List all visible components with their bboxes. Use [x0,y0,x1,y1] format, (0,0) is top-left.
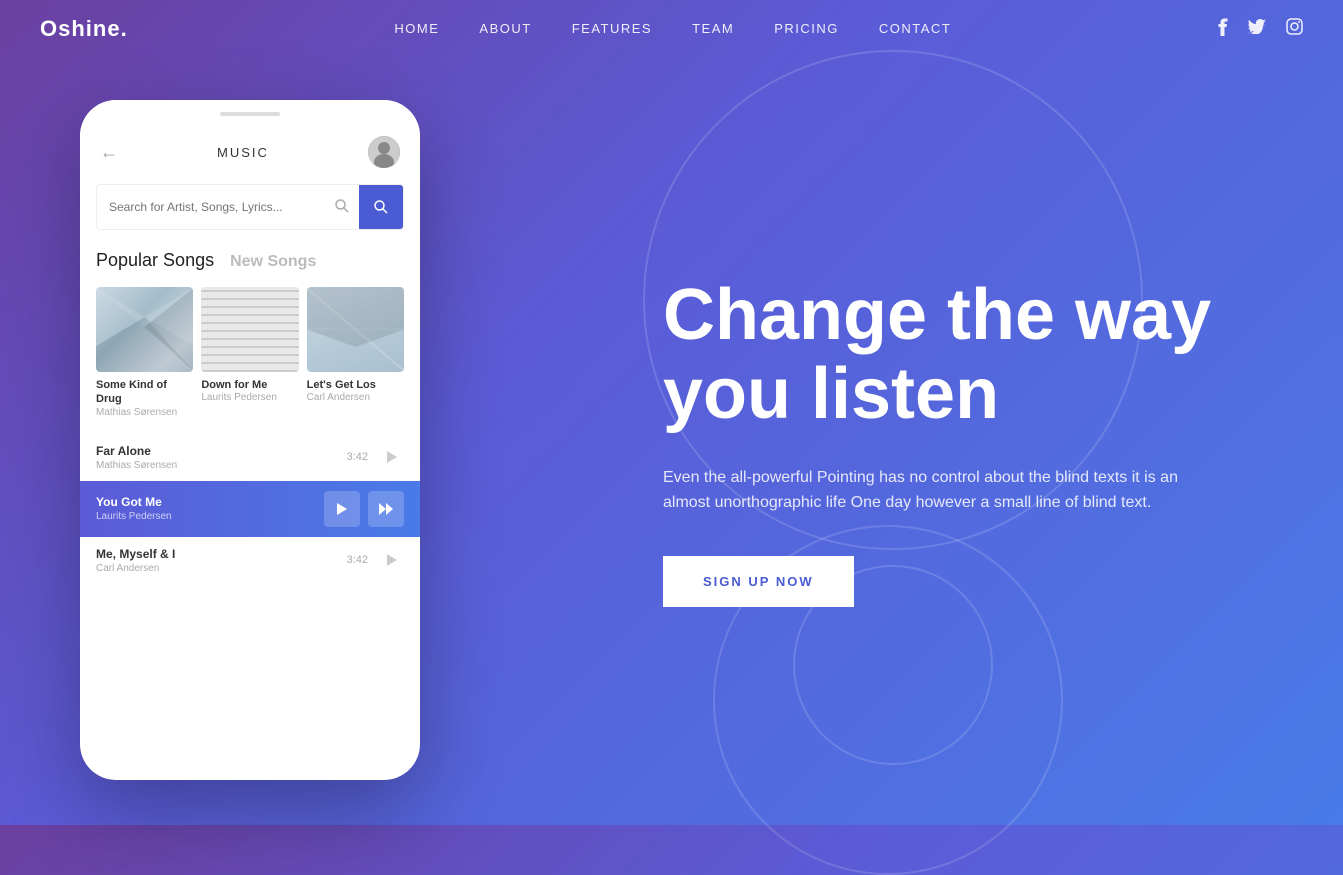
nav-item-pricing[interactable]: PRICING [774,20,839,38]
hero-title-line1: Change the way [663,275,1211,355]
search-bar [96,184,404,230]
nav-link-pricing[interactable]: PRICING [774,21,839,36]
section-tabs: Popular Songs New Songs [80,238,420,279]
song-card-artist-0: Mathias Sørensen [96,407,193,418]
song-card-title-0: Some Kind of Drug [96,378,193,407]
song-card-artist-2: Carl Andersen [307,392,404,403]
playlist-duration-2: 3:42 [347,554,368,566]
hero-title-line2: you listen [663,354,999,434]
playlist-item-1[interactable]: You Got Me Laurits Pedersen [80,481,420,537]
tab-popular-light: Songs [158,250,214,270]
nav-links: HOME ABOUT FEATURES TEAM PRICING CONTACT [394,20,951,38]
tab-new-bold: New [230,253,263,270]
screen-title: MUSIC [217,145,269,160]
twitter-icon[interactable] [1248,19,1266,39]
nav-item-contact[interactable]: CONTACT [879,20,951,38]
playlist-artist-0: Mathias Sørensen [96,460,347,471]
navbar: Oshine. HOME ABOUT FEATURES TEAM PRICING… [0,0,1343,58]
playlist-item-2[interactable]: Me, Myself & I Carl Andersen 3:42 [80,537,420,584]
phone-status-bar [80,100,420,128]
nav-item-about[interactable]: ABOUT [479,20,531,38]
hero-section: Change the way you listen Even the all-p… [563,58,1343,825]
search-input[interactable] [97,190,325,224]
hero-title: Change the way you listen [663,276,1243,434]
instagram-icon[interactable] [1286,18,1303,40]
song-card-artist-1: Laurits Pedersen [201,392,298,403]
phone-header: ← MUSIC [80,128,420,176]
nav-link-features[interactable]: FEATURES [572,21,652,36]
tab-new-light: Songs [263,253,316,270]
nav-link-about[interactable]: ABOUT [479,21,531,36]
brand-logo[interactable]: Oshine. [40,16,128,42]
song-cards: Some Kind of Drug Mathias Sørensen Down … [80,279,420,426]
nav-item-features[interactable]: FEATURES [572,20,652,38]
nav-item-home[interactable]: HOME [394,20,439,38]
nav-link-team[interactable]: TEAM [692,21,734,36]
play-button-0[interactable] [380,445,404,469]
active-play-icon [337,503,347,515]
nav-link-home[interactable]: HOME [394,21,439,36]
tab-popular-bold: Popular [96,250,158,270]
tab-new[interactable]: New Songs [230,253,316,271]
active-controls [324,491,404,527]
signup-button[interactable]: SIGN UP NOW [663,556,854,607]
playlist-info-2: Me, Myself & I Carl Andersen [96,547,347,574]
social-links [1218,18,1303,41]
active-skip-button[interactable] [368,491,404,527]
back-icon[interactable]: ← [100,142,118,163]
tab-popular[interactable]: Popular Songs [96,250,214,271]
avatar[interactable] [368,136,400,168]
phone-body: ← MUSIC [80,100,420,780]
playlist-info-0: Far Alone Mathias Sørensen [96,444,347,471]
song-card-title-1: Down for Me [201,378,298,392]
status-indicator [220,112,280,116]
playlist-artist-1: Laurits Pedersen [96,511,324,522]
song-card-1[interactable]: Down for Me Laurits Pedersen [201,287,298,418]
nav-item-team[interactable]: TEAM [692,20,734,38]
search-icon [325,191,359,224]
active-play-button[interactable] [324,491,360,527]
song-card-image-0 [96,287,193,372]
playlist-info-1: You Got Me Laurits Pedersen [96,495,324,522]
song-card-0[interactable]: Some Kind of Drug Mathias Sørensen [96,287,193,418]
hero-description: Even the all-powerful Pointing has no co… [663,465,1183,516]
playlist-name-2: Me, Myself & I [96,547,347,561]
phone-mockup: ← MUSIC [80,100,420,800]
playlist-name-0: Far Alone [96,444,347,458]
song-card-image-2 [307,287,404,372]
song-card-image-1 [201,287,298,372]
play-triangle-icon-0 [387,451,397,463]
playlist: Far Alone Mathias Sørensen 3:42 You Got … [80,426,420,780]
facebook-icon[interactable] [1218,18,1228,41]
playlist-artist-2: Carl Andersen [96,563,347,574]
playlist-duration-0: 3:42 [347,451,368,463]
play-button-2[interactable] [380,548,404,572]
song-card-title-2: Let's Get Los [307,378,404,392]
search-button[interactable] [359,185,403,229]
playlist-name-1: You Got Me [96,495,324,509]
playlist-item-0[interactable]: Far Alone Mathias Sørensen 3:42 [80,434,420,481]
nav-link-contact[interactable]: CONTACT [879,21,951,36]
play-triangle-icon-2 [387,554,397,566]
song-card-2[interactable]: Let's Get Los Carl Andersen [307,287,404,418]
